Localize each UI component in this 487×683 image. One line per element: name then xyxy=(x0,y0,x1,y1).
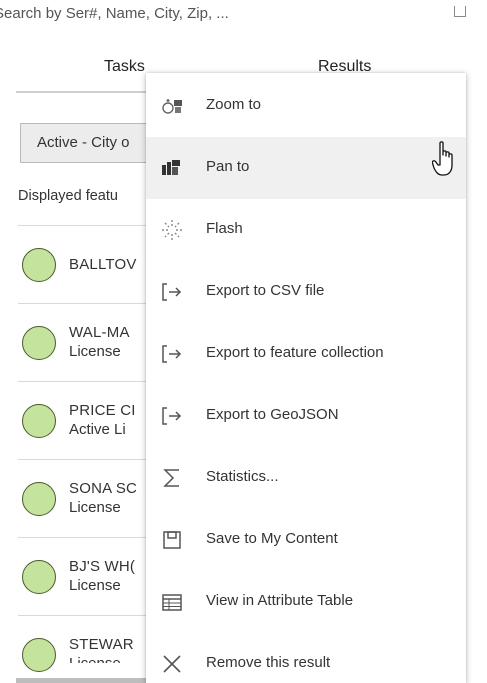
result-subtitle: License xyxy=(69,343,121,360)
menu-item-remove-result[interactable]: Remove this result xyxy=(146,633,466,683)
menu-item-pan-to[interactable]: Pan to xyxy=(146,137,466,199)
menu-item-label: Remove this result xyxy=(206,654,331,671)
save-icon xyxy=(163,531,181,549)
result-name: WAL-MA xyxy=(69,324,130,341)
result-item[interactable]: BALLTOV xyxy=(18,226,158,304)
result-subtitle: Active Li xyxy=(69,421,126,438)
menu-item-flash[interactable]: Flash xyxy=(146,199,466,261)
result-symbol-icon xyxy=(22,404,56,438)
result-item[interactable]: SONA SC License xyxy=(18,460,158,538)
result-item[interactable]: PRICE CI Active Li xyxy=(18,382,158,460)
search-input[interactable] xyxy=(0,2,434,24)
tab-underline xyxy=(16,91,150,93)
result-item[interactable]: STEWAR License xyxy=(18,616,158,683)
tab-tasks[interactable]: Tasks xyxy=(104,58,145,76)
result-item[interactable]: WAL-MA License xyxy=(18,304,158,382)
result-symbol-icon xyxy=(22,638,56,672)
checkbox-icon[interactable] xyxy=(454,6,466,17)
menu-item-view-in-attribute-table[interactable]: View in Attribute Table xyxy=(146,571,466,633)
menu-item-label: Pan to xyxy=(206,158,250,175)
zoom-to-icon xyxy=(162,99,182,114)
menu-item-label: Export to CSV file xyxy=(206,282,325,299)
result-name: BALLTOV xyxy=(69,256,137,273)
menu-item-label: View in Attribute Table xyxy=(206,592,354,609)
menu-item-export-geojson[interactable]: Export to GeoJSON xyxy=(146,385,466,447)
pan-to-icon xyxy=(162,160,180,175)
menu-item-label: Flash xyxy=(206,220,243,237)
menu-item-label: Statistics... xyxy=(206,468,279,485)
menu-item-label: Export to GeoJSON xyxy=(206,406,339,423)
result-symbol-icon xyxy=(22,326,56,360)
sigma-icon xyxy=(163,469,179,487)
menu-item-label: Export to feature collection xyxy=(206,344,384,361)
search-bar xyxy=(0,0,487,30)
results-panel: Tasks Results Active - City o Displayed … xyxy=(0,0,487,683)
menu-item-label: Zoom to xyxy=(206,96,262,113)
close-icon xyxy=(163,655,181,673)
table-icon xyxy=(162,594,182,611)
result-name: PRICE CI xyxy=(69,402,136,419)
result-item[interactable]: BJ'S WH( License xyxy=(18,538,158,616)
result-symbol-icon xyxy=(22,248,56,282)
result-subtitle: License xyxy=(69,577,121,594)
result-subtitle: License xyxy=(69,499,121,516)
export-icon xyxy=(162,407,182,425)
result-name: STEWAR xyxy=(69,636,134,653)
menu-item-export-csv[interactable]: Export to CSV file xyxy=(146,261,466,323)
menu-item-export-feature-collection[interactable]: Export to feature collection xyxy=(146,323,466,385)
displayed-features-label: Displayed featu xyxy=(18,188,118,204)
menu-item-zoom-to[interactable]: Zoom to xyxy=(146,75,466,137)
result-name: BJ'S WH( xyxy=(69,558,136,575)
result-symbol-icon xyxy=(22,560,56,594)
export-icon xyxy=(162,345,182,363)
flash-icon xyxy=(162,220,182,240)
menu-item-save-to-my-content[interactable]: Save to My Content xyxy=(146,509,466,571)
menu-item-statistics[interactable]: Statistics... xyxy=(146,447,466,509)
result-symbol-icon xyxy=(22,482,56,516)
result-name: SONA SC xyxy=(69,480,138,497)
menu-item-label: Save to My Content xyxy=(206,530,338,547)
export-icon xyxy=(162,283,182,301)
result-subtitle: License xyxy=(69,655,121,663)
result-context-menu: Zoom to Pan to Flash Export to CSV file … xyxy=(146,73,466,683)
hand-cursor-icon xyxy=(432,141,453,176)
